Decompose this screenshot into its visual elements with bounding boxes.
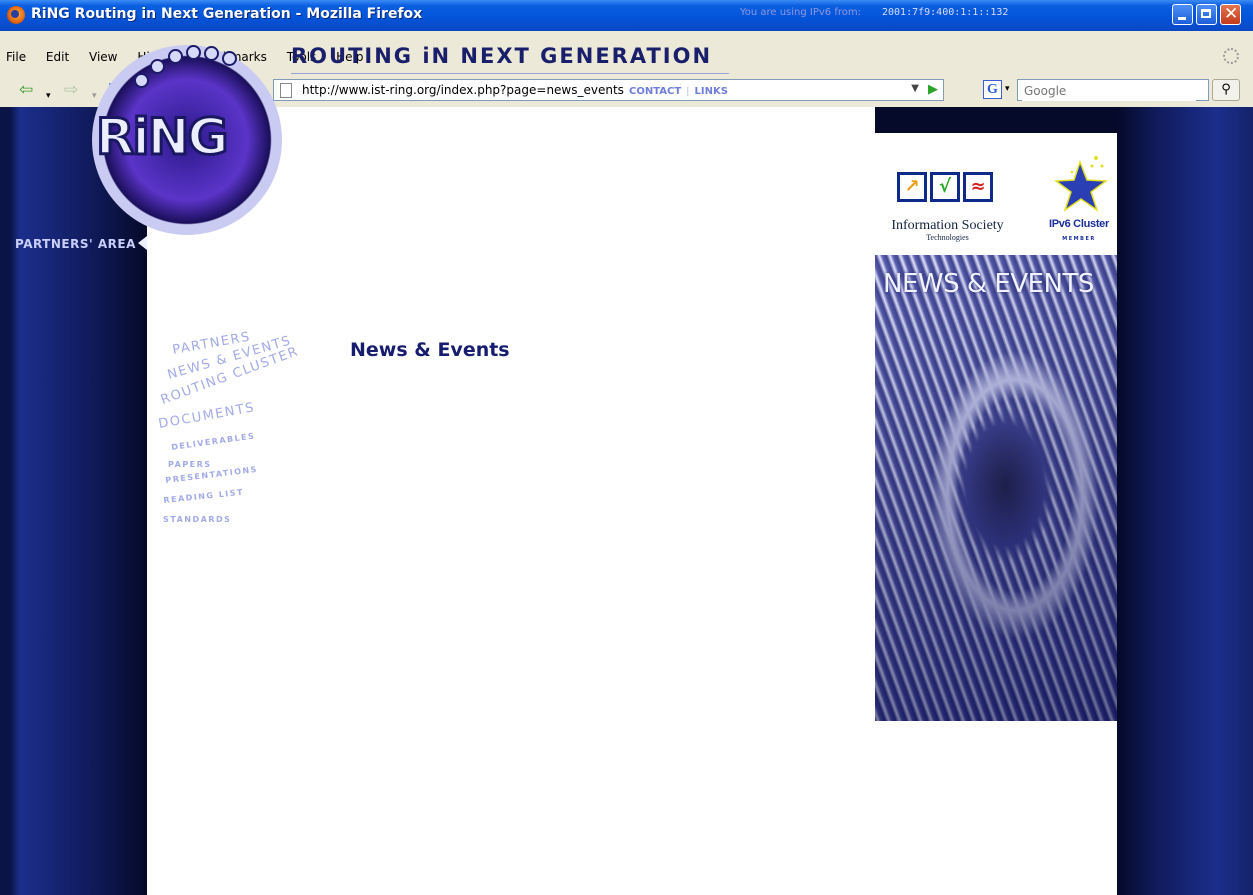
arrow-icon: ↗ bbox=[897, 172, 927, 202]
news-events-banner: NEWS & EVENTS bbox=[875, 255, 1117, 721]
window-title: RiNG Routing in Next Generation - Mozill… bbox=[31, 6, 423, 22]
ist-text: Information Society bbox=[891, 218, 1004, 233]
banner-title: NEWS & EVENTS bbox=[883, 269, 1094, 299]
graph-icon: √ bbox=[930, 172, 960, 202]
cluster-text: IPv6 Cluster bbox=[1049, 218, 1109, 230]
throbber-icon bbox=[1223, 48, 1239, 64]
title-bar: RiNG Routing in Next Generation - Mozill… bbox=[0, 0, 1253, 32]
partners-area-link[interactable]: PARTNERS' AREA bbox=[15, 237, 136, 251]
search-icon[interactable]: ⚲ bbox=[1212, 79, 1240, 101]
logo-text: RiNG bbox=[95, 107, 231, 168]
back-dropdown-icon[interactable]: ▾ bbox=[46, 86, 51, 106]
firefox-icon bbox=[7, 6, 25, 24]
cluster-subtext: MEMBER bbox=[1062, 236, 1096, 242]
menu-file[interactable]: File bbox=[6, 50, 26, 64]
maximize-button[interactable] bbox=[1196, 4, 1217, 25]
links-link[interactable]: LINKS bbox=[695, 86, 728, 97]
search-engine-dropdown-icon[interactable]: ▾ bbox=[1005, 84, 1010, 94]
close-button[interactable]: ✕ bbox=[1220, 4, 1241, 25]
search-input[interactable] bbox=[1022, 81, 1196, 101]
back-icon[interactable]: ⇦ bbox=[19, 80, 33, 100]
cluster-star-icon bbox=[1053, 156, 1109, 212]
url-dropdown-icon[interactable]: ▼ bbox=[911, 83, 919, 94]
nav-papers[interactable]: PAPERS bbox=[168, 460, 212, 469]
nav-standards[interactable]: STANDARDS bbox=[163, 515, 231, 524]
banner-shade bbox=[875, 255, 1117, 721]
top-links: CONTACT | LINKS bbox=[629, 86, 728, 97]
ipv6-label: You are using IPv6 from: bbox=[739, 7, 861, 18]
title-divider bbox=[291, 73, 729, 74]
ring-logo[interactable]: RiNG bbox=[92, 45, 286, 239]
ist-subtext: Technologies bbox=[926, 233, 969, 242]
arrow-left-icon bbox=[138, 236, 147, 250]
ist-logo[interactable]: ↗ √ ≈ bbox=[897, 172, 995, 212]
google-engine-icon[interactable]: G bbox=[983, 80, 1002, 99]
menu-edit[interactable]: Edit bbox=[46, 50, 69, 64]
contact-link[interactable]: CONTACT bbox=[629, 86, 681, 97]
right-background bbox=[1117, 107, 1253, 895]
url-text[interactable]: http://www.ist-ring.org/index.php?page=n… bbox=[302, 83, 624, 97]
page-heading: News & Events bbox=[350, 339, 510, 361]
search-box[interactable] bbox=[1017, 79, 1209, 101]
url-bar[interactable]: http://www.ist-ring.org/index.php?page=n… bbox=[273, 79, 944, 101]
site-title: ROUTING iN NEXT GENERATION bbox=[291, 44, 713, 68]
go-icon[interactable]: ▶ bbox=[928, 82, 938, 97]
ipv6-address: 2001:7f9:400:1:1::132 bbox=[882, 7, 1009, 18]
wave-icon: ≈ bbox=[963, 172, 993, 202]
logo-dots bbox=[132, 37, 242, 88]
forward-icon[interactable]: ⇨ bbox=[64, 80, 78, 100]
minimize-button[interactable] bbox=[1172, 4, 1193, 25]
